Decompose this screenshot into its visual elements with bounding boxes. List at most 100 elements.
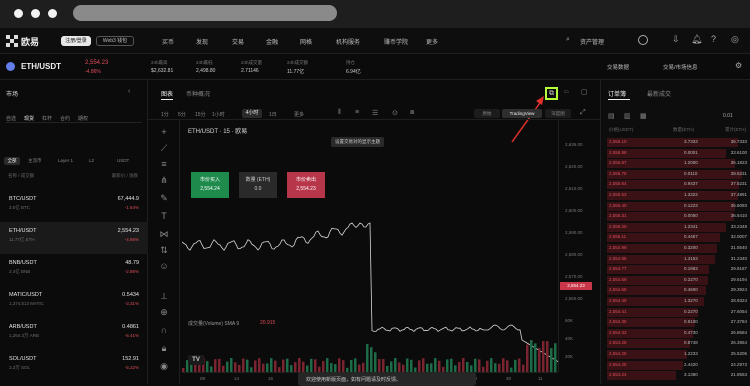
tab-favorites[interactable]: 自选 — [6, 115, 16, 122]
nav-item[interactable]: 机构服务 — [336, 37, 360, 46]
tab-futures[interactable]: 合约 — [60, 115, 70, 122]
market-info-link[interactable]: 交易/市场信息 — [663, 63, 698, 71]
nav-item[interactable]: 赚币学院 — [384, 37, 408, 46]
tradingview-logo[interactable]: TV — [188, 355, 204, 365]
interval-button[interactable]: 1分 — [161, 111, 169, 118]
col-header-price[interactable]: 最新价 / 涨跌 — [112, 173, 138, 179]
tab-overview[interactable]: 币种概况 — [186, 89, 210, 98]
pair-selector[interactable]: ETH/USDT — [21, 62, 61, 71]
pattern-icon[interactable]: ⋈ — [158, 228, 170, 240]
ask-row[interactable]: 2,554.69 0.2270 29.6194 — [601, 275, 750, 286]
ask-row[interactable]: 2,554.41 0.2270 27.6054 — [601, 307, 750, 318]
ask-row[interactable]: 2,555.98 0.0001 33.6100 — [601, 148, 750, 159]
interval-more-button[interactable]: 更多 — [294, 111, 304, 118]
ruler-icon[interactable]: ⟂ — [158, 290, 170, 302]
search-icon[interactable]: ⌕ — [566, 36, 570, 44]
eye-icon[interactable]: ◉ — [158, 360, 170, 372]
nav-item[interactable]: 金融 — [266, 37, 278, 46]
ask-row[interactable]: 2,554.99 0.3200 31.5540 — [601, 243, 750, 254]
ask-row[interactable]: 2,555.11 0.4467 32.0007 — [601, 232, 750, 243]
ask-row[interactable]: 2,555.53 1.3322 37.4891 — [601, 190, 750, 201]
ask-row[interactable]: 2,554.77 0.1993 29.8187 — [601, 264, 750, 275]
view-tradingview[interactable]: TradingView — [502, 109, 542, 118]
interval-button[interactable]: 5分 — [178, 111, 186, 118]
ask-row[interactable]: 2,554.26 1.2233 25.5206 — [601, 349, 750, 360]
brush-icon[interactable]: ✎ — [158, 192, 170, 204]
filter-layer1[interactable]: Layer 1 — [58, 158, 73, 163]
ask-row[interactable]: 2,555.76 0.0110 38.5231 — [601, 169, 750, 180]
nav-item[interactable]: 交易 — [232, 37, 244, 46]
address-bar[interactable] — [73, 5, 337, 21]
market-row[interactable]: ARB/USDT 1,254.3万 ARB 0.4861 -6.41% — [0, 318, 148, 350]
target-icon[interactable]: ⊙ — [392, 109, 398, 117]
ask-row[interactable]: 2,555.87 1.2000 36.1823 — [601, 158, 750, 169]
depth-selector[interactable]: 0.01 — [723, 113, 733, 119]
channel-icon[interactable]: ⋔ — [158, 174, 170, 186]
download-icon[interactable]: ⇩ — [672, 34, 680, 45]
text-icon[interactable]: T — [158, 210, 170, 222]
interval-button-active[interactable]: 4小时 — [242, 109, 262, 118]
ask-row[interactable]: 2,554.58 0.4600 29.3924 — [601, 285, 750, 296]
expand-icon[interactable]: ▢ — [581, 88, 588, 96]
filter-mainstream[interactable]: 主流币 — [28, 158, 42, 164]
ask-row[interactable]: 2,554.36 0.5100 27.3784 — [601, 317, 750, 328]
book-asks-icon[interactable]: ▥ — [624, 112, 631, 120]
tab-orderbook[interactable]: 订单簿 — [608, 89, 626, 98]
window-dot-icon[interactable] — [48, 9, 57, 18]
ask-row[interactable]: 2,555.20 1.2341 33.2348 — [601, 222, 750, 233]
settings-gear-icon[interactable]: ⚙ — [735, 61, 742, 70]
trendline-icon[interactable]: ⟋ — [158, 142, 170, 154]
emoji-icon[interactable]: ☺ — [158, 260, 170, 272]
globe-icon[interactable]: ◎ — [731, 34, 739, 45]
book-bids-icon[interactable]: ▦ — [640, 112, 647, 120]
ask-row[interactable]: 2,554.49 1.3270 28.9324 — [601, 296, 750, 307]
tab-chart[interactable]: 图表 — [161, 89, 173, 98]
chart-type-icon[interactable]: ▭ — [564, 89, 569, 95]
camera-icon[interactable]: ⧈ — [410, 109, 414, 117]
wallet-button[interactable]: Web3 钱包 — [96, 36, 134, 46]
assets-button[interactable]: 资产管理 — [580, 37, 604, 46]
price-axis[interactable]: 2,636.00 2,620.00 2,610.00 2,600.00 2,59… — [558, 120, 600, 372]
nav-item[interactable]: 更多 — [426, 37, 438, 46]
nav-item[interactable]: 网格 — [300, 37, 312, 46]
tab-options[interactable]: 期权 — [78, 115, 88, 122]
nav-item[interactable]: 发现 — [196, 37, 208, 46]
col-header-name[interactable]: 名称 / 成交额 — [8, 173, 34, 179]
bell-icon[interactable]: 🔔︎ — [691, 34, 702, 45]
login-button[interactable]: 注册/登录 — [61, 36, 91, 46]
ask-row[interactable]: 2,555.40 0.1223 36.6093 — [601, 201, 750, 212]
collapse-icon[interactable]: ‹ — [128, 88, 130, 95]
interval-button[interactable]: 15分 — [195, 111, 206, 118]
magnet-icon[interactable]: ∩ — [158, 324, 170, 336]
nav-item[interactable]: 买币 — [162, 37, 174, 46]
lock-icon[interactable]: 🔒︎ — [158, 342, 170, 354]
market-row-selected[interactable]: ETH/USDT 11.77亿 ETH 2,554.23 -4.86% — [0, 222, 148, 254]
interval-button[interactable]: 1日 — [269, 111, 277, 118]
crosshair-icon[interactable]: + — [158, 126, 170, 138]
ask-row[interactable]: 2,556.10 3.7333 36.7333 — [601, 137, 750, 148]
tab-trades[interactable]: 最新成交 — [647, 89, 671, 98]
window-dot-icon[interactable] — [31, 9, 40, 18]
ask-row[interactable]: 2,554.32 0.4730 26.8684 — [601, 328, 750, 339]
ask-row[interactable]: 2,554.28 0.8748 26.3954 — [601, 338, 750, 349]
hline-icon[interactable]: ≡ — [158, 158, 170, 170]
market-row[interactable]: BTC/USDT 3.5亿 BTC 67,444.9 -1.64% — [0, 190, 148, 222]
market-row[interactable]: MATIC/USDT 1,374,513 MATIC 0.5434 -3.31% — [0, 286, 148, 318]
forecast-icon[interactable]: ⇅ — [158, 244, 170, 256]
view-depth[interactable]: 深度图 — [545, 109, 571, 118]
filter-l2[interactable]: L2 — [89, 158, 94, 163]
indicator-icon[interactable]: ≡ — [355, 109, 359, 116]
okx-logo-icon[interactable] — [6, 35, 18, 47]
help-icon[interactable]: ? — [711, 34, 716, 44]
window-dot-icon[interactable] — [14, 9, 23, 18]
zoom-icon[interactable]: ⊕ — [158, 306, 170, 318]
market-row[interactable]: BNB/USDT 2.4亿 BNB 48.79 -2.86% — [0, 254, 148, 286]
ask-row[interactable]: 2,554.88 1.4153 31.2340 — [601, 254, 750, 265]
candle-type-icon[interactable]: ǁ — [338, 109, 341, 116]
quote-selector[interactable]: USDT — [117, 158, 129, 163]
book-both-icon[interactable]: ▤ — [608, 112, 615, 120]
view-original[interactable]: 原始 — [474, 109, 500, 118]
ask-row[interactable]: 2,554.25 2.4420 24.2973 — [601, 360, 750, 371]
tab-margin[interactable]: 杠杆 — [42, 115, 52, 122]
fullscreen-icon[interactable]: ⤢ — [580, 109, 586, 117]
